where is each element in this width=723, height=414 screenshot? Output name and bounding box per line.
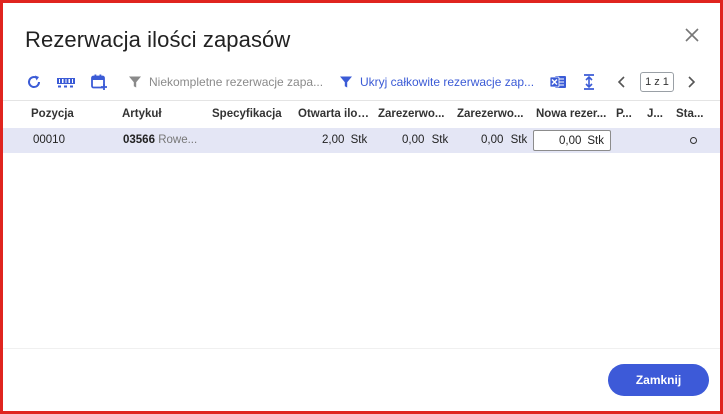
filter-incomplete-button[interactable]: Niekompletne rezerwacje zapa...	[128, 68, 323, 96]
hide-complete-label: Ukryj całkowite rezerwacje zap...	[360, 75, 535, 89]
new-reservation-unit: Stk	[587, 134, 604, 147]
cell-position: 00010	[33, 134, 65, 146]
fit-height-icon	[582, 74, 596, 90]
reserved1-unit: Stk	[431, 134, 449, 146]
open-qty-value: 2,00	[322, 134, 345, 146]
page-indicator: 1 z 1	[640, 72, 674, 92]
new-reservation-value: 0,00	[558, 134, 582, 147]
cell-article: 03566 Rowe...	[123, 134, 197, 146]
filter-icon	[339, 75, 353, 89]
fit-height-button[interactable]	[582, 68, 596, 96]
column-header-position[interactable]: Pozycja	[31, 108, 111, 120]
toolbar-divider	[3, 100, 720, 101]
dialog-frame	[0, 0, 723, 414]
prev-page-button[interactable]	[616, 68, 628, 96]
filter-icon	[128, 75, 142, 89]
column-header-reserved-2[interactable]: Zarezerwo...	[457, 108, 529, 120]
toolbar: Niekompletne rezerwacje zapa... Ukryj ca…	[22, 68, 712, 96]
column-header-open-qty[interactable]: Otwarta iloś...	[298, 108, 373, 120]
cell-reserved-2: 0,00 Stk	[481, 134, 527, 146]
barcode-button[interactable]	[56, 68, 76, 96]
next-page-button[interactable]	[685, 68, 697, 96]
refresh-icon	[26, 74, 42, 90]
status-circle-icon	[690, 137, 697, 144]
close-icon[interactable]	[683, 26, 701, 44]
reserved2-value: 0,00	[481, 134, 504, 146]
cell-open-qty: 2,00 Stk	[322, 134, 367, 146]
reserved2-unit: Stk	[510, 134, 528, 146]
dialog-title: Rezerwacja ilości zapasów	[25, 27, 291, 52]
column-header-reserved-1[interactable]: Zarezerwo...	[378, 108, 453, 120]
chevron-right-icon	[685, 75, 697, 89]
cell-reserved-1: 0,00 Stk	[402, 134, 448, 146]
hide-complete-button[interactable]: Ukryj całkowite rezerwacje zap...	[339, 68, 534, 96]
refresh-button[interactable]	[26, 68, 42, 96]
new-reservation-input[interactable]: 0,00 Stk	[533, 130, 611, 151]
article-code: 03566	[123, 134, 155, 146]
reserved1-value: 0,00	[402, 134, 425, 146]
column-header-j[interactable]: J...	[647, 108, 669, 120]
column-header-status[interactable]: Sta...	[676, 108, 706, 120]
filter-incomplete-label: Niekompletne rezerwacje zapa...	[149, 75, 324, 89]
open-qty-unit: Stk	[350, 134, 368, 146]
calendar-add-icon	[90, 73, 108, 91]
article-name: Rowe...	[158, 134, 198, 146]
column-header-new-reservation[interactable]: Nowa rezer...	[536, 108, 611, 120]
excel-export-button[interactable]	[549, 68, 567, 96]
excel-icon	[549, 74, 567, 90]
chevron-left-icon	[616, 75, 628, 89]
column-header-specification[interactable]: Specyfikacja	[212, 108, 292, 120]
footer-divider	[3, 348, 720, 349]
barcode-icon	[56, 75, 76, 89]
calendar-add-button[interactable]	[90, 68, 108, 96]
close-button[interactable]: Zamknij	[608, 364, 709, 396]
column-header-p[interactable]: P...	[616, 108, 638, 120]
column-header-article[interactable]: Artykuł	[122, 108, 202, 120]
